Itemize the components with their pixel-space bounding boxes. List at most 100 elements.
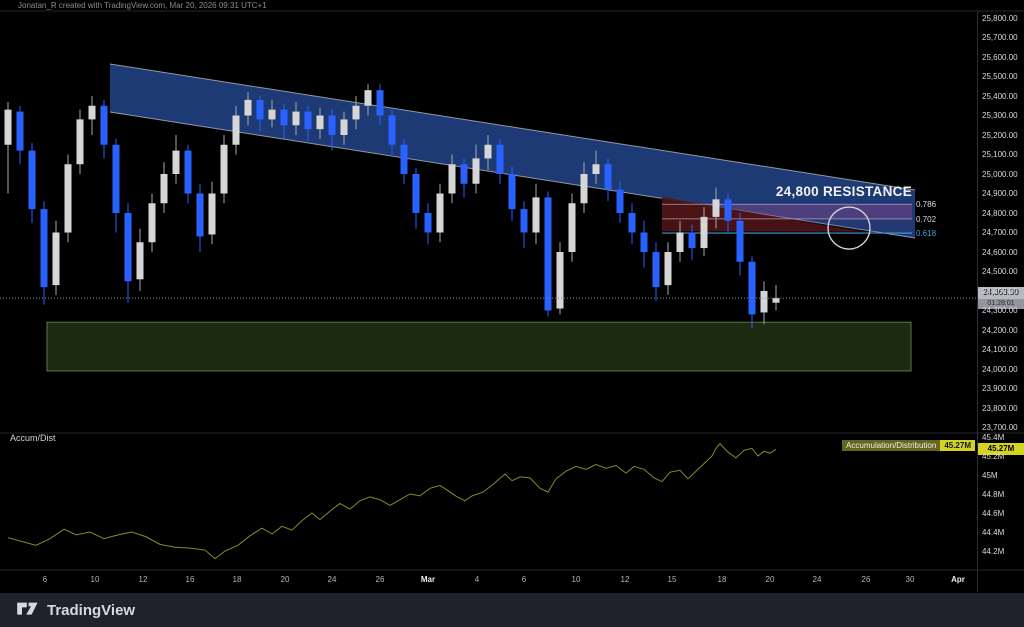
candle xyxy=(497,139,504,184)
candle xyxy=(761,281,768,324)
indicator-axis-label: 44.2M xyxy=(982,547,1004,556)
price-axis-label: 25,800.00 xyxy=(982,14,1018,23)
price-axis-label: 23,900.00 xyxy=(982,384,1018,393)
price-axis-label: 24,200.00 xyxy=(982,326,1018,335)
candle xyxy=(29,143,36,223)
indicator-axis-label: 45.4M xyxy=(982,433,1004,442)
candle xyxy=(425,203,432,244)
candle xyxy=(545,192,552,317)
time-axis-label: 20 xyxy=(766,575,775,584)
time-axis-label: 10 xyxy=(91,575,100,584)
time-axis-label: 12 xyxy=(139,575,148,584)
candle xyxy=(17,106,24,165)
candle xyxy=(209,182,216,244)
time-axis-label: 16 xyxy=(186,575,195,584)
candle xyxy=(401,139,408,184)
time-axis-label: 6 xyxy=(522,575,526,584)
indicator-axis-label: 45.2M xyxy=(982,452,1004,461)
candle xyxy=(629,203,636,244)
candle xyxy=(221,135,228,203)
price-axis-label: 24,400.00 xyxy=(982,287,1018,296)
time-axis-label: 26 xyxy=(862,575,871,584)
candle xyxy=(89,96,96,135)
indicator-axis-label: 45M xyxy=(982,471,998,480)
candle xyxy=(149,194,156,253)
candle xyxy=(413,168,420,228)
time-axis-label: 18 xyxy=(718,575,727,584)
price-axis-label: 25,300.00 xyxy=(982,111,1018,120)
indicator-floating-label: Accumulation/Distribution 45.27M xyxy=(842,440,975,451)
candle xyxy=(533,184,540,244)
indicator-axis-label: 44.4M xyxy=(982,528,1004,537)
price-axis-label: 24,900.00 xyxy=(982,189,1018,198)
candle xyxy=(509,166,516,221)
candle xyxy=(41,201,48,304)
candle xyxy=(461,158,468,197)
price-axis-label: 24,300.00 xyxy=(982,306,1018,315)
time-axis-label: 24 xyxy=(328,575,337,584)
time-axis-label: Apr xyxy=(951,575,965,584)
price-axis-label: 25,400.00 xyxy=(982,92,1018,101)
accum-dist-line[interactable] xyxy=(8,444,776,559)
candle xyxy=(173,135,180,184)
time-axis-label: 24 xyxy=(813,575,822,584)
candle xyxy=(737,213,744,275)
candle xyxy=(773,285,780,310)
candle xyxy=(605,158,612,201)
candle xyxy=(197,184,204,252)
price-chart-canvas[interactable] xyxy=(0,0,1024,627)
candle xyxy=(101,100,108,158)
price-axis-label: 23,800.00 xyxy=(982,404,1018,413)
candle xyxy=(5,102,12,194)
fib-label-0.618: 0.618 xyxy=(916,229,936,238)
resistance-label: 24,800 RESISTANCE xyxy=(700,184,912,199)
price-axis-label: 24,000.00 xyxy=(982,365,1018,374)
candle xyxy=(185,145,192,204)
time-axis-label: 10 xyxy=(572,575,581,584)
time-axis-label: 12 xyxy=(621,575,630,584)
indicator-value-label: 45.27M xyxy=(940,440,975,451)
candle xyxy=(161,162,168,213)
candle xyxy=(65,155,72,243)
time-axis-label: 6 xyxy=(43,575,47,584)
price-axis-label: 24,600.00 xyxy=(982,248,1018,257)
indicator-axis-label: 44.8M xyxy=(982,490,1004,499)
candle xyxy=(521,201,528,248)
time-axis-label: 18 xyxy=(233,575,242,584)
indicator-axis-label: 44.6M xyxy=(982,509,1004,518)
candle xyxy=(653,242,660,301)
price-axis-label: 25,700.00 xyxy=(982,33,1018,42)
time-axis-label: 15 xyxy=(668,575,677,584)
price-axis-label: 25,000.00 xyxy=(982,170,1018,179)
candle xyxy=(125,203,132,302)
time-axis-label: 26 xyxy=(376,575,385,584)
support-zone[interactable] xyxy=(47,322,911,371)
tradingview-logo-icon[interactable] xyxy=(16,598,40,623)
candle xyxy=(569,194,576,262)
candle xyxy=(53,221,60,295)
time-axis-label: 20 xyxy=(281,575,290,584)
candle xyxy=(77,110,84,174)
price-axis-label: 25,200.00 xyxy=(982,131,1018,140)
price-axis-label: 24,100.00 xyxy=(982,345,1018,354)
price-axis-label: 25,600.00 xyxy=(982,53,1018,62)
price-axis-label: 25,100.00 xyxy=(982,150,1018,159)
indicator-title: Accum/Dist xyxy=(10,433,56,443)
price-axis-label: 24,500.00 xyxy=(982,267,1018,276)
fib-label-0.702: 0.702 xyxy=(916,215,936,224)
candle xyxy=(557,242,564,314)
tradingview-chart-snapshot: Jonatan_R created with TradingView.com, … xyxy=(0,0,1024,627)
candle xyxy=(437,184,444,243)
candle xyxy=(137,229,144,291)
tradingview-brand: TradingView xyxy=(47,602,135,619)
fib-label-0.786: 0.786 xyxy=(916,200,936,209)
time-axis-label: Mar xyxy=(421,575,435,584)
indicator-name-label: Accumulation/Distribution xyxy=(842,440,940,451)
time-axis-label: 4 xyxy=(475,575,479,584)
candle xyxy=(665,242,672,295)
footer-bar: TradingView xyxy=(0,593,1024,627)
candle xyxy=(641,221,648,268)
price-axis-label: 23,700.00 xyxy=(982,423,1018,432)
candle xyxy=(749,256,756,328)
time-axis-label: 30 xyxy=(906,575,915,584)
